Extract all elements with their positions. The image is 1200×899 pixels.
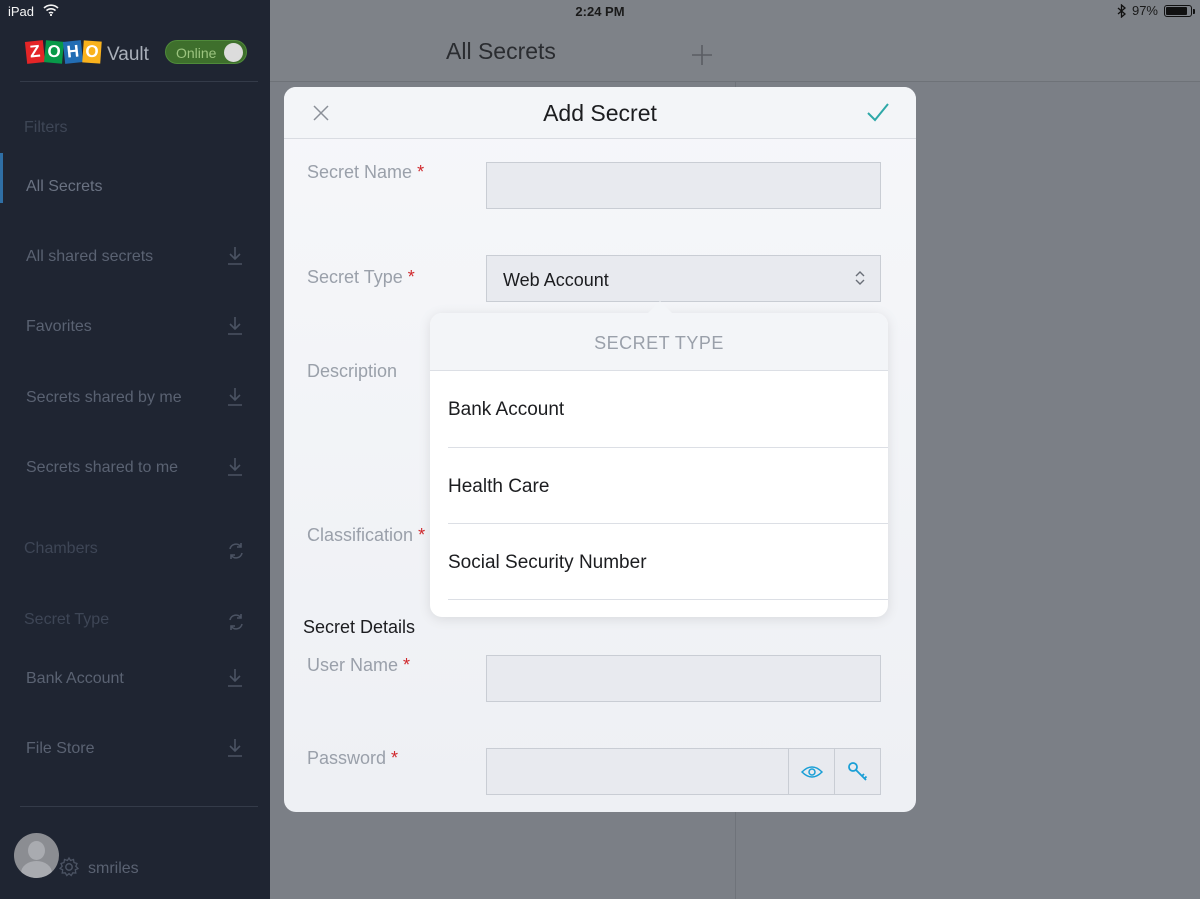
logo-letter: H (62, 40, 84, 64)
page-title: All Secrets (446, 38, 556, 64)
secret-type-popover: SECRET TYPE Bank Account Health Care Soc… (430, 313, 888, 617)
chambers-heading: Chambers (24, 540, 98, 557)
zoho-vault-logo: Z O H O Vault (24, 38, 149, 66)
option-health-care[interactable]: Health Care (430, 448, 888, 524)
secret-name-label: Secret Name * (307, 162, 424, 183)
download-icon[interactable] (227, 457, 243, 477)
secret-type-label: Secret Type * (307, 267, 415, 288)
refresh-icon[interactable] (227, 541, 245, 561)
sidebar-item-label: All Secrets (26, 178, 103, 195)
download-icon[interactable] (227, 316, 243, 336)
sidebar: Z O H O Vault Online Filters All Secrets… (0, 0, 270, 899)
option-label: Bank Account (448, 399, 565, 420)
secret-name-input[interactable] (486, 162, 881, 209)
toggle-knob (224, 43, 243, 62)
label-text: Password (307, 748, 387, 768)
label-text: Classification (307, 525, 414, 545)
download-icon[interactable] (227, 246, 243, 266)
battery-fill (1166, 6, 1187, 15)
sidebar-item-secrets-shared-to-me[interactable]: Secrets shared to me (26, 459, 246, 477)
option-label: Health Care (448, 476, 550, 497)
sidebar-item-file-store[interactable]: File Store (26, 740, 246, 758)
password-input[interactable] (486, 748, 881, 795)
label-text: User Name (307, 655, 399, 675)
required-mark: * (391, 748, 399, 768)
battery-icon (1164, 4, 1195, 17)
secret-type-value: Web Account (503, 270, 609, 290)
filters-heading: Filters (24, 119, 68, 136)
logo-letter: O (44, 40, 64, 64)
logo-letter: O (82, 40, 102, 64)
secret-type-heading: Secret Type (24, 611, 110, 628)
avatar[interactable] (14, 833, 59, 878)
option-bank-account[interactable]: Bank Account (430, 371, 888, 447)
confirm-check-icon[interactable] (866, 101, 890, 123)
sidebar-item-label: Bank Account (26, 670, 124, 687)
username: smriles (88, 860, 139, 877)
popover-header: SECRET TYPE (430, 313, 888, 371)
sidebar-item-label: Secrets shared to me (26, 459, 179, 476)
sidebar-item-favorites[interactable]: Favorites (26, 318, 246, 336)
sidebar-item-bank-account[interactable]: Bank Account (26, 670, 246, 688)
active-indicator (0, 153, 3, 203)
status-right: 97% (1117, 3, 1195, 18)
secret-details-heading: Secret Details (303, 617, 416, 637)
download-icon[interactable] (227, 738, 243, 758)
required-mark: * (403, 655, 411, 675)
sidebar-item-secrets-shared-by-me[interactable]: Secrets shared by me (26, 389, 246, 407)
divider (20, 81, 258, 82)
modal-header: Add Secret (284, 87, 916, 139)
popover-title: SECRET TYPE (594, 333, 724, 353)
product-name: Vault (107, 44, 149, 65)
description-label: Description (307, 361, 398, 381)
divider (20, 806, 258, 807)
bluetooth-icon (1117, 3, 1126, 18)
sidebar-item-all-secrets[interactable]: All Secrets (26, 178, 246, 196)
label-text: Secret Name (307, 162, 413, 182)
clock: 2:24 PM (575, 4, 625, 19)
refresh-icon[interactable] (227, 612, 245, 632)
download-icon[interactable] (227, 387, 243, 407)
required-mark: * (407, 267, 415, 287)
required-mark: * (417, 162, 425, 182)
download-icon[interactable] (227, 668, 243, 688)
sidebar-item-label: All shared secrets (26, 248, 154, 265)
zoho-logo: Z O H O (24, 40, 102, 64)
gear-icon[interactable] (58, 856, 80, 878)
modal-title: Add Secret (543, 100, 657, 126)
sidebar-item-label: Secrets shared by me (26, 389, 182, 406)
user-name-input[interactable] (486, 655, 881, 702)
eye-icon (801, 765, 823, 778)
sidebar-item-label: File Store (26, 740, 95, 757)
logo-letter: Z (24, 40, 46, 64)
online-toggle[interactable]: Online (165, 40, 247, 64)
status-bar: iPad 2:24 PM 97% (0, 0, 1200, 24)
option-social-security-number[interactable]: Social Security Number (430, 524, 888, 600)
label-text: Secret Type (307, 267, 403, 287)
option-label: Social Security Number (448, 552, 647, 573)
sidebar-item-all-shared-secrets[interactable]: All shared secrets (26, 248, 246, 266)
separator (448, 599, 888, 600)
secret-type-select[interactable]: Web Account (486, 255, 881, 302)
generate-password-button[interactable] (834, 749, 881, 794)
classification-label: Classification * (307, 525, 425, 546)
online-label: Online (176, 45, 217, 61)
popover-arrow (647, 301, 673, 314)
updown-chevron-icon (855, 271, 865, 285)
required-mark: * (418, 525, 426, 545)
sidebar-item-label: Favorites (26, 318, 92, 335)
show-password-button[interactable] (788, 749, 835, 794)
battery-percent: 97% (1131, 3, 1158, 18)
password-label: Password * (307, 748, 398, 769)
add-icon[interactable] (690, 43, 714, 67)
key-icon (848, 761, 868, 781)
user-name-label: User Name * (307, 655, 410, 676)
